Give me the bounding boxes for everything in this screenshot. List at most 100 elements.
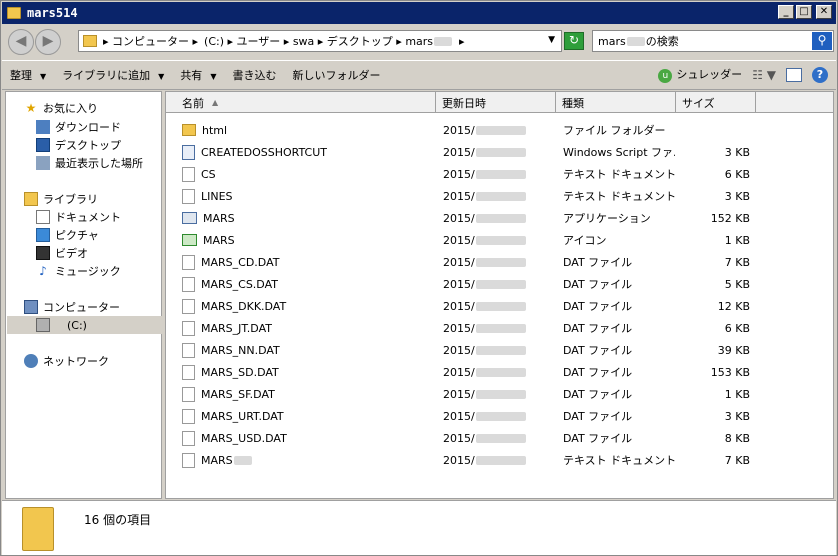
breadcrumb-computer[interactable]: ▸ コンピューター ▸ xyxy=(103,33,198,49)
star-icon: ★ xyxy=(25,101,37,115)
redacted-text xyxy=(233,455,252,465)
nav-label: デスクトップ xyxy=(55,139,121,152)
file-type: ファイル フォルダー xyxy=(563,124,666,137)
file-date: 2015/ xyxy=(443,167,475,181)
refresh-button[interactable]: ↻ xyxy=(564,32,584,50)
back-arrow-icon: ◀ xyxy=(15,33,27,49)
nav-network[interactable]: ネットワーク xyxy=(24,352,179,370)
file-date: 2015/ xyxy=(443,233,475,247)
file-type: DAT ファイル xyxy=(563,322,633,335)
file-row[interactable]: MARS_NN.DAT 2015/DAT ファイル 39 KB xyxy=(166,339,833,361)
breadcrumb-chevron[interactable]: ▸ xyxy=(459,35,465,48)
file-row[interactable]: MARS_DKK.DAT 2015/DAT ファイル 12 KB xyxy=(166,295,833,317)
file-date-cell: 2015/ xyxy=(443,207,555,229)
address-dropdown-icon[interactable]: ▼ xyxy=(548,35,555,45)
file-row[interactable]: CREATEDOSSHORTCUT 2015/Windows Script ファ.… xyxy=(166,141,833,163)
text-file-icon xyxy=(182,166,195,182)
file-name: MARS_CD.DAT xyxy=(201,255,280,269)
file-name-cell: LINES xyxy=(182,185,432,207)
file-row[interactable]: MARS 2015/テキスト ドキュメント 7 KB xyxy=(166,449,833,471)
add-to-library-button[interactable]: ライブラリに追加 ▼ xyxy=(54,67,172,83)
folder-icon xyxy=(7,7,21,19)
file-date-cell: 2015/ xyxy=(443,383,555,405)
search-box[interactable]: mars の検索 ⚲ xyxy=(592,30,834,52)
add-to-library-label: ライブラリに追加 xyxy=(62,69,151,82)
forward-button[interactable]: ▶ xyxy=(35,29,61,55)
file-date-cell: 2015/ xyxy=(443,339,555,361)
column-label: 名前 xyxy=(182,96,204,110)
back-button[interactable]: ◀ xyxy=(8,29,34,55)
help-icon[interactable]: ? xyxy=(812,66,828,83)
file-row[interactable]: CS 2015/テキスト ドキュメント 6 KB xyxy=(166,163,833,185)
file-name-cell: MARS xyxy=(182,207,432,229)
new-folder-button[interactable]: 新しいフォルダー xyxy=(284,67,388,83)
toolbar-right: u シュレッダー ☷ ▼ ? xyxy=(658,66,828,83)
file-row[interactable]: MARS_SF.DAT 2015/DAT ファイル 1 KB xyxy=(166,383,833,405)
shredder-button[interactable]: u シュレッダー xyxy=(658,66,742,83)
file-row[interactable]: MARS 2015/アプリケーション 152 KB xyxy=(166,207,833,229)
breadcrumb-path[interactable]: (C:) ▸ ユーザー ▸ swa ▸ デスクトップ ▸ mars xyxy=(204,33,433,49)
organize-button[interactable]: 整理 ▼ xyxy=(2,67,54,83)
file-size xyxy=(678,119,750,141)
document-icon xyxy=(36,210,50,224)
file-name: MARS_NN.DAT xyxy=(201,343,280,357)
details-pane: 16 個の項目 xyxy=(2,500,836,555)
file-size: 8 KB xyxy=(724,431,750,445)
redacted-text xyxy=(475,279,526,289)
nav-drive-c[interactable]: (C:) xyxy=(7,316,162,334)
file-name-cell: MARS_CD.DAT xyxy=(182,251,432,273)
close-button[interactable]: ✕ xyxy=(816,5,832,19)
file-type: DAT ファイル xyxy=(563,300,633,313)
file-row[interactable]: html 2015/ファイル フォルダー xyxy=(166,119,833,141)
minimize-button[interactable]: _ xyxy=(778,5,794,19)
file-row[interactable]: MARS_JT.DAT 2015/DAT ファイル 6 KB xyxy=(166,317,833,339)
address-bar[interactable]: ▸ コンピューター ▸ (C:) ▸ ユーザー ▸ swa ▸ デスクトップ ▸… xyxy=(78,30,562,52)
dat-file-icon xyxy=(182,430,195,446)
file-name: MARS_URT.DAT xyxy=(201,409,284,423)
file-row[interactable]: MARS 2015/アイコン 1 KB xyxy=(166,229,833,251)
redacted-text xyxy=(626,36,645,46)
file-row[interactable]: MARS_CS.DAT 2015/DAT ファイル 5 KB xyxy=(166,273,833,295)
file-row[interactable]: MARS_CD.DAT 2015/DAT ファイル 7 KB xyxy=(166,251,833,273)
redacted-text xyxy=(475,213,526,223)
redacted-text xyxy=(475,345,526,355)
file-size: 6 KB xyxy=(724,321,750,335)
nav-computer[interactable]: コンピューター xyxy=(24,298,179,316)
file-size: 3 KB xyxy=(724,189,750,203)
column-name[interactable]: 名前 ▲ xyxy=(166,92,436,113)
file-size: 12 KB xyxy=(717,299,750,313)
nav-favorites[interactable]: ★ お気に入り xyxy=(24,99,179,117)
column-size[interactable]: サイズ xyxy=(676,92,756,113)
file-name-cell: MARS_URT.DAT xyxy=(182,405,432,427)
share-button[interactable]: 共有 ▼ xyxy=(172,67,224,83)
file-type: DAT ファイル xyxy=(563,388,633,401)
dat-file-icon xyxy=(182,320,195,336)
file-type: テキスト ドキュメント xyxy=(563,190,675,203)
nav-label: (C:) xyxy=(67,318,87,332)
file-size: 153 KB xyxy=(710,365,750,379)
column-date[interactable]: 更新日時 xyxy=(436,92,556,113)
file-row[interactable]: MARS_URT.DAT 2015/DAT ファイル 3 KB xyxy=(166,405,833,427)
text-file-icon xyxy=(182,188,195,204)
file-row[interactable]: MARS_USD.DAT 2015/DAT ファイル 8 KB xyxy=(166,427,833,449)
file-size: 152 KB xyxy=(710,211,750,225)
file-name-cell: MARS_SF.DAT xyxy=(182,383,432,405)
nav-label: お気に入り xyxy=(43,102,98,115)
file-date: 2015/ xyxy=(443,321,475,335)
preview-pane-icon[interactable] xyxy=(786,67,802,82)
file-name-cell: MARS_USD.DAT xyxy=(182,427,432,449)
file-row[interactable]: LINES 2015/テキスト ドキュメント 3 KB xyxy=(166,185,833,207)
nav-libraries[interactable]: ライブラリ xyxy=(24,190,179,208)
file-row[interactable]: MARS_SD.DAT 2015/DAT ファイル 153 KB xyxy=(166,361,833,383)
redacted-text xyxy=(475,323,526,333)
file-name: MARS_DKK.DAT xyxy=(201,299,287,313)
maximize-button[interactable]: □ xyxy=(796,5,812,19)
file-date-cell: 2015/ xyxy=(443,317,555,339)
column-type[interactable]: 種類 xyxy=(556,92,676,113)
views-icon[interactable]: ☷ ▼ xyxy=(752,68,776,82)
search-button[interactable]: ⚲ xyxy=(812,32,832,50)
redacted-text xyxy=(475,169,526,179)
burn-button[interactable]: 書き込む xyxy=(224,67,284,83)
file-date-cell: 2015/ xyxy=(443,141,555,163)
title-bar[interactable]: mars514 _ □ ✕ xyxy=(2,2,836,24)
